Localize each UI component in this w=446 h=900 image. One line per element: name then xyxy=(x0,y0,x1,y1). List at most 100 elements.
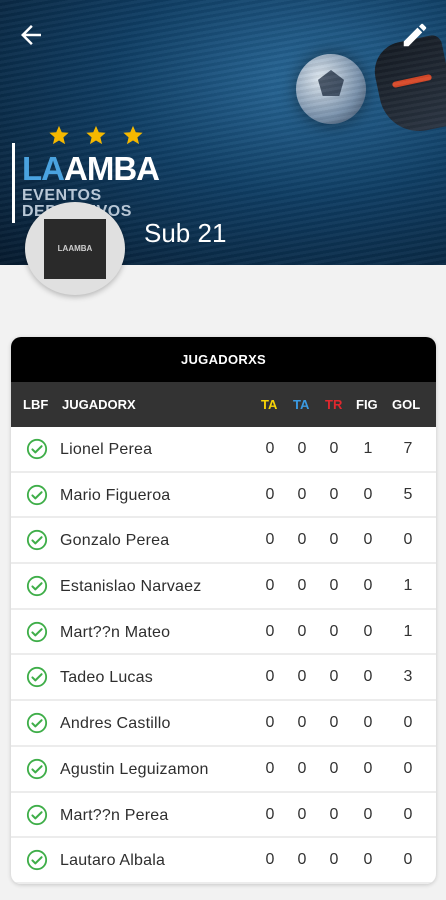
goals-value: 3 xyxy=(403,668,413,686)
team-avatar-logo: LAAMBA xyxy=(44,218,106,279)
goals-value: 7 xyxy=(403,440,413,457)
fig-value: 0 xyxy=(363,805,373,823)
player-name: Lautaro Albala xyxy=(60,852,166,870)
blue-cards-value: 0 xyxy=(297,622,307,640)
logo-stars xyxy=(48,124,144,146)
table-row[interactable]: Tadeo Lucas 0 0 0 0 3 xyxy=(11,655,436,702)
fig-value: 0 xyxy=(363,668,373,686)
check-circle-icon xyxy=(26,804,48,825)
team-avatar: LAAMBA xyxy=(25,202,125,295)
table-title: JUGADORXS xyxy=(11,337,436,382)
table-row[interactable]: Agustin Leguizamon 0 0 0 0 0 xyxy=(11,747,436,793)
player-name: Andres Castillo xyxy=(60,715,171,733)
brand-logo: LAAMBA xyxy=(22,150,160,187)
red-cards-value: 0 xyxy=(329,851,339,869)
player-name: Gonzalo Perea xyxy=(60,532,170,550)
table-row[interactable]: Lionel Perea 0 0 0 1 7 xyxy=(11,427,436,473)
blue-cards-value: 0 xyxy=(297,485,307,503)
check-circle-icon xyxy=(26,850,48,871)
goals-value: 1 xyxy=(403,577,413,595)
red-cards-value: 0 xyxy=(329,531,339,549)
blue-cards-value: 0 xyxy=(297,577,307,595)
goals-value: 5 xyxy=(403,485,413,503)
red-cards-value: 0 xyxy=(329,622,339,640)
red-cards-value: 0 xyxy=(329,714,339,732)
fig-value: 1 xyxy=(363,440,373,457)
yellow-cards-value: 0 xyxy=(265,622,275,640)
player-name: Estanislao Narvaez xyxy=(60,578,202,596)
table-row[interactable]: Estanislao Narvaez 0 0 0 0 1 xyxy=(11,564,436,610)
col-player: JUGADORX xyxy=(62,397,136,412)
star-icon xyxy=(49,125,69,145)
table-row[interactable]: Lautaro Albala 0 0 0 0 0 xyxy=(11,838,436,884)
fig-value: 0 xyxy=(363,485,373,503)
fig-value: 0 xyxy=(363,759,373,777)
col-red-cards: TR xyxy=(325,397,343,412)
check-circle-icon xyxy=(26,621,48,642)
yellow-cards-value: 0 xyxy=(265,577,275,595)
yellow-cards-value: 0 xyxy=(265,805,275,823)
player-name: Agustin Leguizamon xyxy=(60,760,209,778)
yellow-cards-value: 0 xyxy=(265,485,275,503)
player-name: Mario Figueroa xyxy=(60,486,171,504)
check-circle-icon xyxy=(26,758,48,779)
col-fig: FIG xyxy=(356,397,378,412)
goals-value: 0 xyxy=(403,531,413,549)
blue-cards-value: 0 xyxy=(297,668,307,686)
yellow-cards-value: 0 xyxy=(265,851,275,869)
yellow-cards-value: 0 xyxy=(265,668,275,686)
red-cards-value: 0 xyxy=(329,440,339,457)
red-cards-value: 0 xyxy=(329,805,339,823)
check-circle-icon xyxy=(26,575,48,597)
yellow-cards-value: 0 xyxy=(265,531,275,549)
player-name: Tadeo Lucas xyxy=(60,669,153,687)
blue-cards-value: 0 xyxy=(297,440,307,457)
yellow-cards-value: 0 xyxy=(265,440,275,457)
blue-cards-value: 0 xyxy=(297,714,307,732)
col-blue-cards: TA xyxy=(293,397,310,412)
col-goals: GOL xyxy=(392,397,421,412)
table-row[interactable]: Andres Castillo 0 0 0 0 0 xyxy=(11,701,436,747)
fig-value: 0 xyxy=(363,622,373,640)
red-cards-value: 0 xyxy=(329,668,339,686)
blue-cards-value: 0 xyxy=(297,805,307,823)
logo-divider xyxy=(12,143,15,223)
fig-value: 0 xyxy=(363,577,373,595)
check-circle-icon xyxy=(26,438,48,460)
goals-value: 1 xyxy=(403,622,413,640)
boot-stripe xyxy=(391,73,433,89)
players-table-card: JUGADORXS LBF JUGADORX TA TA TR FIG GOL … xyxy=(11,337,436,884)
col-lbf: LBF xyxy=(23,397,49,412)
fig-value: 0 xyxy=(363,851,373,869)
yellow-cards-value: 0 xyxy=(265,759,275,777)
blue-cards-value: 0 xyxy=(297,531,307,549)
team-name: Sub 21 xyxy=(144,218,227,248)
star-icon xyxy=(86,125,106,145)
table-body: Lionel Perea 0 0 0 1 7 Mario Figueroa 0 0 0 0 5 Gonz… xyxy=(11,427,436,884)
star-icon xyxy=(123,125,143,145)
fig-value: 0 xyxy=(363,714,373,732)
check-circle-icon xyxy=(26,713,48,734)
fig-value: 0 xyxy=(363,531,373,549)
table-row[interactable]: Mario Figueroa 0 0 0 0 5 xyxy=(11,473,436,519)
back-arrow-icon[interactable] xyxy=(16,20,46,50)
table-row[interactable]: Mart??n Mateo 0 0 0 0 1 xyxy=(11,610,436,656)
red-cards-value: 0 xyxy=(329,759,339,777)
goals-value: 0 xyxy=(403,759,413,777)
goals-value: 0 xyxy=(403,851,413,869)
red-cards-value: 0 xyxy=(329,485,339,503)
table-row[interactable]: Mart??n Perea 0 0 0 0 0 xyxy=(11,793,436,839)
soccer-ball-image xyxy=(296,54,366,124)
blue-cards-value: 0 xyxy=(297,851,307,869)
goals-value: 0 xyxy=(403,805,413,823)
blue-cards-value: 0 xyxy=(297,759,307,777)
table-row[interactable]: Gonzalo Perea 0 0 0 0 0 xyxy=(11,518,436,565)
red-cards-value: 0 xyxy=(329,577,339,595)
player-name: Mart??n Perea xyxy=(60,806,169,824)
check-circle-icon xyxy=(26,484,48,505)
yellow-cards-value: 0 xyxy=(265,714,275,732)
col-yellow-cards: TA xyxy=(261,397,278,412)
edit-pencil-icon[interactable] xyxy=(400,20,430,50)
check-circle-icon xyxy=(26,667,48,688)
goals-value: 0 xyxy=(403,714,413,732)
